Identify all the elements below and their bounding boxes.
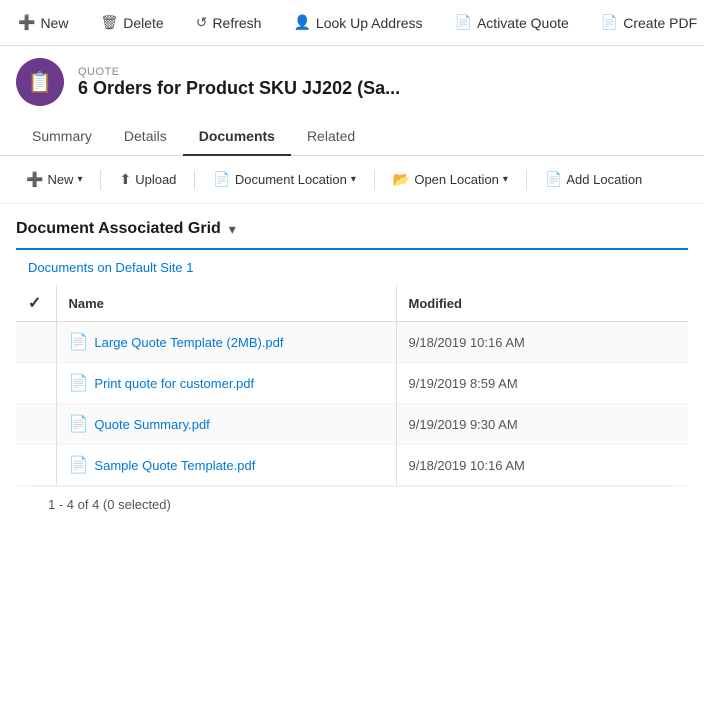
delete-icon: 🗑 bbox=[100, 14, 118, 31]
activate-icon: 📄 bbox=[455, 14, 472, 31]
add-location-button[interactable]: 📄 Add Location bbox=[535, 166, 652, 193]
table-row: 📄 Quote Summary.pdf 9/19/2019 9:30 AM bbox=[16, 404, 688, 445]
documents-table: ✓ Name Modified 📄 Large Quote Template (2… bbox=[16, 285, 688, 486]
sub-plus-icon: ➕ bbox=[26, 171, 43, 188]
avatar: 📋 bbox=[16, 58, 64, 106]
file-link[interactable]: Print quote for customer.pdf bbox=[94, 376, 254, 391]
row-checkbox-cell[interactable] bbox=[16, 445, 56, 486]
new-button[interactable]: ➕ New bbox=[8, 8, 78, 37]
file-link[interactable]: Quote Summary.pdf bbox=[94, 417, 209, 432]
tab-summary[interactable]: Summary bbox=[16, 118, 108, 156]
refresh-icon: ↺ bbox=[196, 14, 208, 31]
sub-divider-2 bbox=[194, 170, 195, 190]
row-checkbox-cell[interactable] bbox=[16, 322, 56, 363]
check-column-header[interactable]: ✓ bbox=[16, 285, 56, 322]
sub-divider-1 bbox=[100, 170, 101, 190]
row-modified-cell: 9/18/2019 10:16 AM bbox=[396, 445, 688, 486]
section-header: Document Associated Grid ▾ bbox=[0, 204, 704, 248]
upload-icon: ⬆ bbox=[119, 171, 131, 188]
lookup-icon: 👤 bbox=[293, 14, 310, 31]
open-location-button[interactable]: 📂 Open Location ▾ bbox=[383, 166, 518, 193]
open-location-chevron: ▾ bbox=[503, 174, 508, 185]
file-link[interactable]: Large Quote Template (2MB).pdf bbox=[94, 335, 283, 350]
record-title: 6 Orders for Product SKU JJ202 (Sa... bbox=[78, 78, 400, 99]
doc-location-icon: 📄 bbox=[213, 171, 230, 188]
plus-icon: ➕ bbox=[18, 14, 35, 31]
row-name-cell: 📄 Sample Quote Template.pdf bbox=[56, 445, 396, 486]
delete-button[interactable]: 🗑 Delete bbox=[90, 8, 173, 37]
sub-upload-button[interactable]: ⬆ Upload bbox=[109, 166, 186, 193]
table-row: 📄 Large Quote Template (2MB).pdf 9/18/2019… bbox=[16, 322, 688, 363]
add-location-icon: 📄 bbox=[545, 171, 562, 188]
top-toolbar: ➕ New 🗑 Delete ↺ Refresh 👤 Look Up Addre… bbox=[0, 0, 704, 46]
tab-documents[interactable]: Documents bbox=[183, 118, 291, 156]
sub-new-button[interactable]: ➕ New ▾ bbox=[16, 166, 92, 193]
record-type: QUOTE bbox=[78, 66, 400, 78]
create-pdf-button[interactable]: 📄 Create PDF bbox=[591, 8, 704, 37]
file-icon: 📄 bbox=[69, 334, 89, 351]
record-header: 📋 QUOTE 6 Orders for Product SKU JJ202 (… bbox=[0, 46, 704, 118]
document-location-button[interactable]: 📄 Document Location ▾ bbox=[203, 166, 365, 193]
table-row: 📄 Sample Quote Template.pdf 9/18/2019 10:1… bbox=[16, 445, 688, 486]
avatar-icon: 📋 bbox=[28, 70, 53, 95]
name-column-header[interactable]: Name bbox=[56, 285, 396, 322]
grid-footer: 1 - 4 of 4 (0 selected) bbox=[32, 486, 672, 522]
open-location-icon: 📂 bbox=[393, 171, 410, 188]
row-checkbox-cell[interactable] bbox=[16, 404, 56, 445]
doc-location-chevron: ▾ bbox=[351, 174, 356, 185]
section-chevron-icon[interactable]: ▾ bbox=[229, 221, 236, 238]
row-name-cell: 📄 Large Quote Template (2MB).pdf bbox=[56, 322, 396, 363]
refresh-button[interactable]: ↺ Refresh bbox=[186, 8, 272, 37]
row-name-cell: 📄 Quote Summary.pdf bbox=[56, 404, 396, 445]
section-title: Document Associated Grid bbox=[16, 220, 221, 238]
tab-related[interactable]: Related bbox=[291, 118, 371, 156]
row-modified-cell: 9/19/2019 8:59 AM bbox=[396, 363, 688, 404]
pdf-icon: 📄 bbox=[601, 14, 618, 31]
row-modified-cell: 9/18/2019 10:16 AM bbox=[396, 322, 688, 363]
table-row: 📄 Print quote for customer.pdf 9/19/2019 8… bbox=[16, 363, 688, 404]
file-link[interactable]: Sample Quote Template.pdf bbox=[94, 458, 255, 473]
file-icon: 📄 bbox=[69, 457, 89, 474]
row-name-cell: 📄 Print quote for customer.pdf bbox=[56, 363, 396, 404]
file-icon: 📄 bbox=[69, 416, 89, 433]
sub-divider-4 bbox=[526, 170, 527, 190]
record-info: QUOTE 6 Orders for Product SKU JJ202 (Sa… bbox=[78, 66, 400, 99]
table-header-row: ✓ Name Modified bbox=[16, 285, 688, 322]
tab-bar: Summary Details Documents Related bbox=[0, 118, 704, 156]
site-label[interactable]: Documents on Default Site 1 bbox=[16, 250, 688, 285]
file-icon: 📄 bbox=[69, 375, 89, 392]
document-grid: Documents on Default Site 1 ✓ Name Modif… bbox=[16, 248, 688, 522]
row-checkbox-cell[interactable] bbox=[16, 363, 56, 404]
tab-details[interactable]: Details bbox=[108, 118, 183, 156]
modified-column-header[interactable]: Modified bbox=[396, 285, 688, 322]
sub-divider-3 bbox=[374, 170, 375, 190]
activate-quote-button[interactable]: 📄 Activate Quote bbox=[445, 8, 579, 37]
sub-toolbar: ➕ New ▾ ⬆ Upload 📄 Document Location ▾ 📂… bbox=[0, 156, 704, 204]
lookup-address-button[interactable]: 👤 Look Up Address bbox=[283, 8, 432, 37]
dropdown-chevron: ▾ bbox=[77, 174, 82, 185]
row-modified-cell: 9/19/2019 9:30 AM bbox=[396, 404, 688, 445]
